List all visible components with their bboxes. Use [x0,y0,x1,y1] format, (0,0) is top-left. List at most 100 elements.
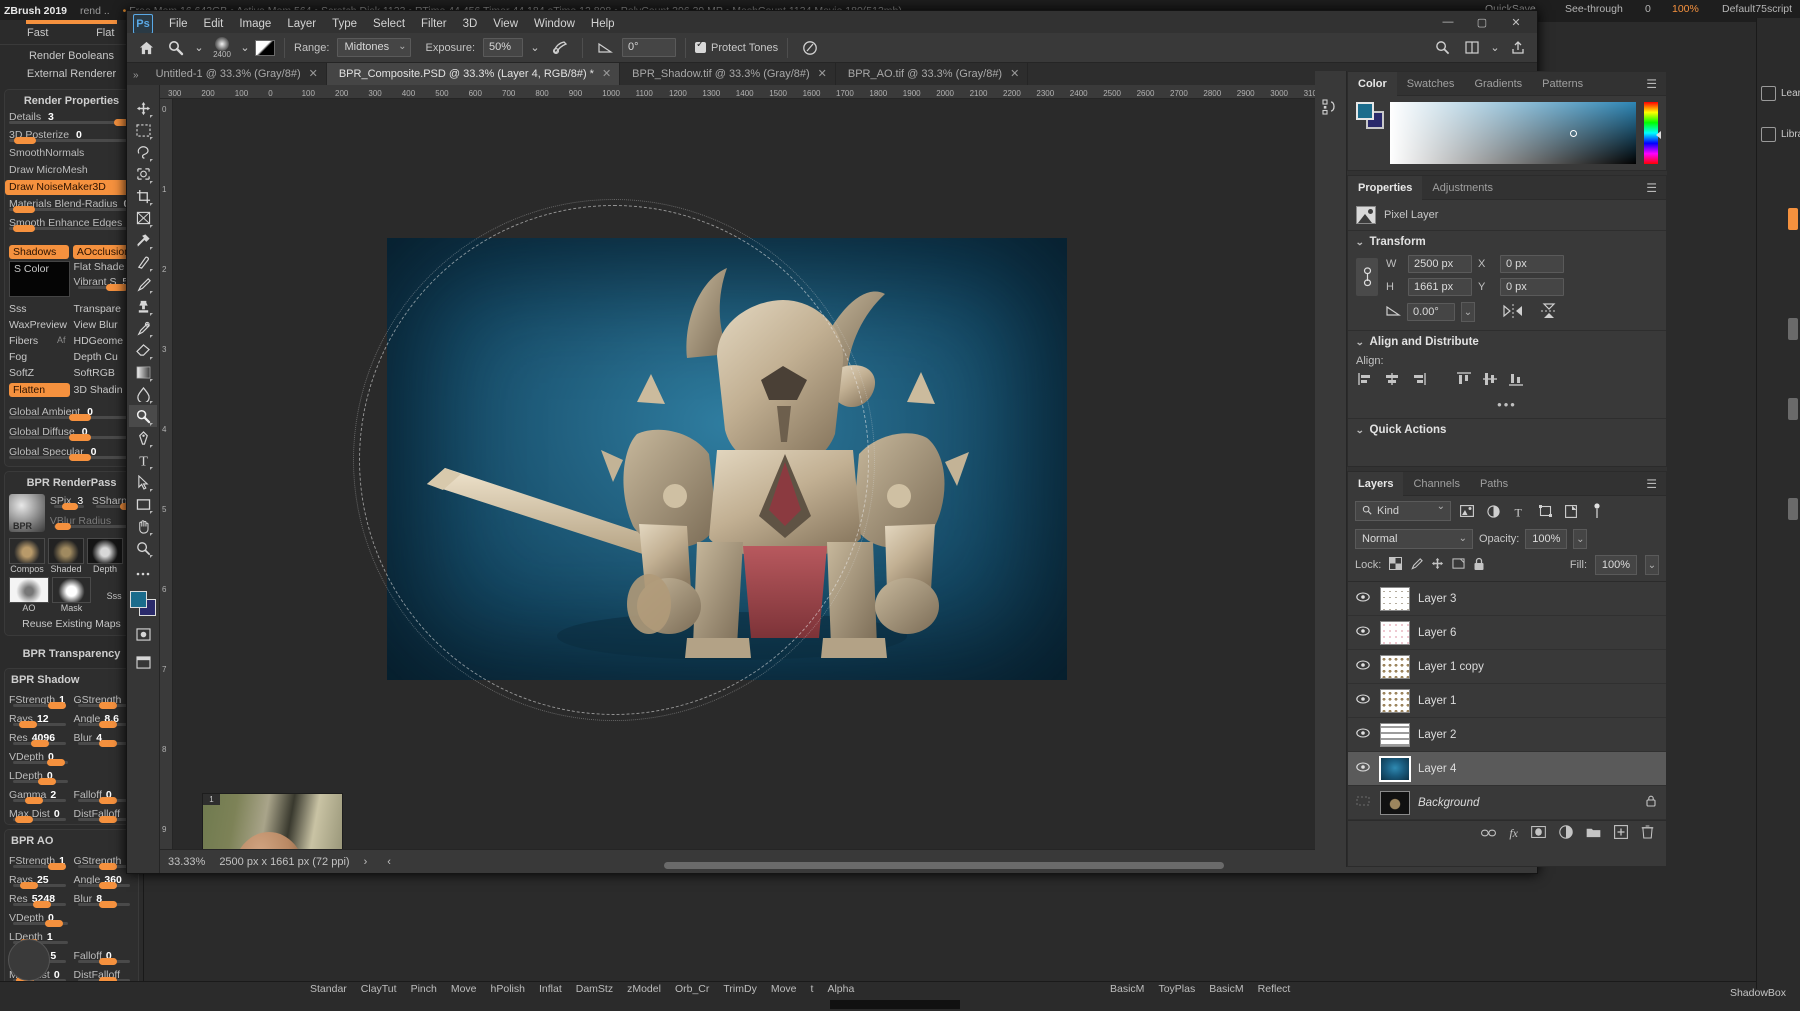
zbrush-tab-fast[interactable]: Fast [4,27,72,39]
delete-layer-icon[interactable] [1641,825,1654,842]
toggle-flatten[interactable]: Flatten [9,383,70,397]
brush-preset-chevron-icon[interactable]: ⌄ [239,36,251,60]
gradient-chip[interactable] [255,40,275,56]
menu-type[interactable]: Type [324,15,365,33]
panel-menu-icon[interactable]: ☰ [1638,477,1666,491]
align-section-header[interactable]: ⌄ Align and Distribute [1348,330,1666,353]
slider-global-specular[interactable]: Global Specular 0 [5,445,138,460]
layer-name[interactable]: Layer 6 [1418,627,1456,639]
pass-button-ao[interactable]: AO [9,577,49,613]
slider-gstrength[interactable]: GStrength [74,854,135,869]
rotation-chevron-icon[interactable]: ⌄ [1461,302,1475,322]
type-tool[interactable]: T [129,449,157,471]
bpr-transparency-title[interactable]: BPR Transparency [0,640,143,664]
toggle-waxpreview[interactable]: WaxPreview [9,319,70,331]
table-row[interactable]: Layer 6 [1348,616,1666,650]
toggle-aocclusion[interactable]: AOcclusion [73,245,134,259]
type-filter-icon[interactable]: T [1509,501,1529,521]
window-minimize-button[interactable]: — [1431,12,1465,32]
slider-vblur-radius[interactable]: VBlur Radius [50,514,134,529]
zbrush-brush-strip[interactable]: StandarClayTutPinchMovehPolishInflatDamS… [310,983,868,995]
angle-input[interactable]: 0° [622,38,676,57]
fill-input[interactable]: 100% [1595,555,1637,575]
tab-swatches[interactable]: Swatches [1397,72,1465,96]
menu-select[interactable]: Select [365,15,413,33]
y-input[interactable]: 0 px [1500,278,1564,296]
lock-transparent-icon[interactable] [1389,557,1402,573]
exposure-input[interactable]: 50% [483,38,523,57]
close-icon[interactable]: ✕ [1010,63,1019,85]
toggle-depth-cue[interactable]: Depth Cu [74,351,135,363]
table-row[interactable]: Layer 1 copy [1348,650,1666,684]
align-left-icon[interactable] [1356,371,1376,387]
tab-color[interactable]: Color [1348,72,1397,96]
eye-icon[interactable] [1354,796,1372,809]
toggle-fog[interactable]: Fog [9,351,70,363]
x-input[interactable]: 0 px [1500,255,1564,273]
hue-slider[interactable] [1644,102,1658,164]
color-field[interactable] [1390,102,1636,164]
table-row[interactable]: Layer 3 [1348,582,1666,616]
zbrush-render-booleans-button[interactable]: Render Booleans [0,45,143,65]
brush-button[interactable]: Standar [310,983,347,995]
material-button[interactable]: BasicM [1110,983,1144,995]
slider-spix[interactable]: SPix 3 [50,494,88,509]
window-maximize-button[interactable]: ▢ [1465,12,1499,32]
hand-tool[interactable] [129,515,157,537]
table-row[interactable]: Layer 2 [1348,718,1666,752]
align-bottom-icon[interactable] [1506,371,1526,387]
libraries-panel-button[interactable]: Librari... [1757,121,1800,148]
bpr-preview-button[interactable]: BPR [9,494,45,532]
slider-rays[interactable]: Rays12 [9,712,70,727]
table-row[interactable]: Layer 1 [1348,684,1666,718]
eye-icon[interactable] [1354,728,1372,741]
rectangular-marquee-tool[interactable] [129,119,157,141]
lasso-tool[interactable] [129,141,157,163]
range-select[interactable]: Midtones [337,38,411,57]
pressure-icon[interactable] [797,36,823,60]
table-row[interactable]: Layer 4 [1348,752,1666,786]
menu-filter[interactable]: Filter [413,15,455,33]
brush-button[interactable]: Move [451,983,477,995]
slider-angle[interactable]: Angle360 [74,873,135,888]
close-icon[interactable]: ✕ [309,63,318,85]
dodge-tool[interactable] [129,405,157,427]
slider-smooth-enhance-edges[interactable]: Smooth Enhance Edges 0 [5,216,138,231]
toggle-sss[interactable]: Sss [9,303,70,315]
path-selection-tool[interactable] [129,471,157,493]
quick-mask-tool[interactable] [129,623,157,645]
zbrush-external-renderer-button[interactable]: External Renderer [0,65,143,85]
tab-channels[interactable]: Channels [1403,472,1469,496]
rectangle-tool[interactable] [129,493,157,515]
move-tool[interactable] [129,97,157,119]
pass-button-mask[interactable]: Mask [52,577,92,613]
brush-button[interactable]: t [811,983,814,995]
menu-window[interactable]: Window [526,15,583,33]
toggle-transparent[interactable]: Transpare [74,303,135,315]
zbrush-rail-tab-1[interactable] [1788,208,1798,230]
brush-button[interactable]: Alpha [827,983,854,995]
close-icon[interactable]: ✕ [602,63,611,85]
clone-stamp-tool[interactable] [129,295,157,317]
slider-details[interactable]: Details 3 [5,110,138,125]
slider-rays[interactable]: Rays25 [9,873,70,888]
lock-artboard-icon[interactable] [1452,558,1465,573]
layer-filter-kind-select[interactable]: Kind [1355,501,1451,521]
layer-style-icon[interactable]: fx [1509,826,1518,841]
document-tab-bpr-composite[interactable]: BPR_Composite.PSD @ 33.3% (Layer 4, RGB/… [327,63,620,85]
layer-mask-icon[interactable] [1531,826,1546,841]
adjustment-layer-icon[interactable] [1559,825,1573,842]
align-center-vertical-icon[interactable] [1480,371,1500,387]
width-input[interactable]: 2500 px [1408,255,1472,273]
slider-materials-blend-radius[interactable]: Materials Blend-Radius 0 [5,197,138,212]
opacity-chevron-icon[interactable]: ⌄ [1573,529,1587,549]
eyedropper-tool[interactable] [129,229,157,251]
vertical-ruler[interactable]: 0123456789 [160,99,173,873]
brush-button[interactable]: Orb_Cr [675,983,709,995]
brush-size-preview[interactable]: 2400 [209,37,235,59]
height-input[interactable]: 1661 px [1408,278,1472,296]
document-dimensions[interactable]: 2500 px x 1661 px (72 ppi) [219,856,349,868]
tab-properties[interactable]: Properties [1348,176,1422,200]
reuse-existing-maps-button[interactable]: Reuse Existing Maps [5,613,138,633]
align-top-icon[interactable] [1454,371,1474,387]
